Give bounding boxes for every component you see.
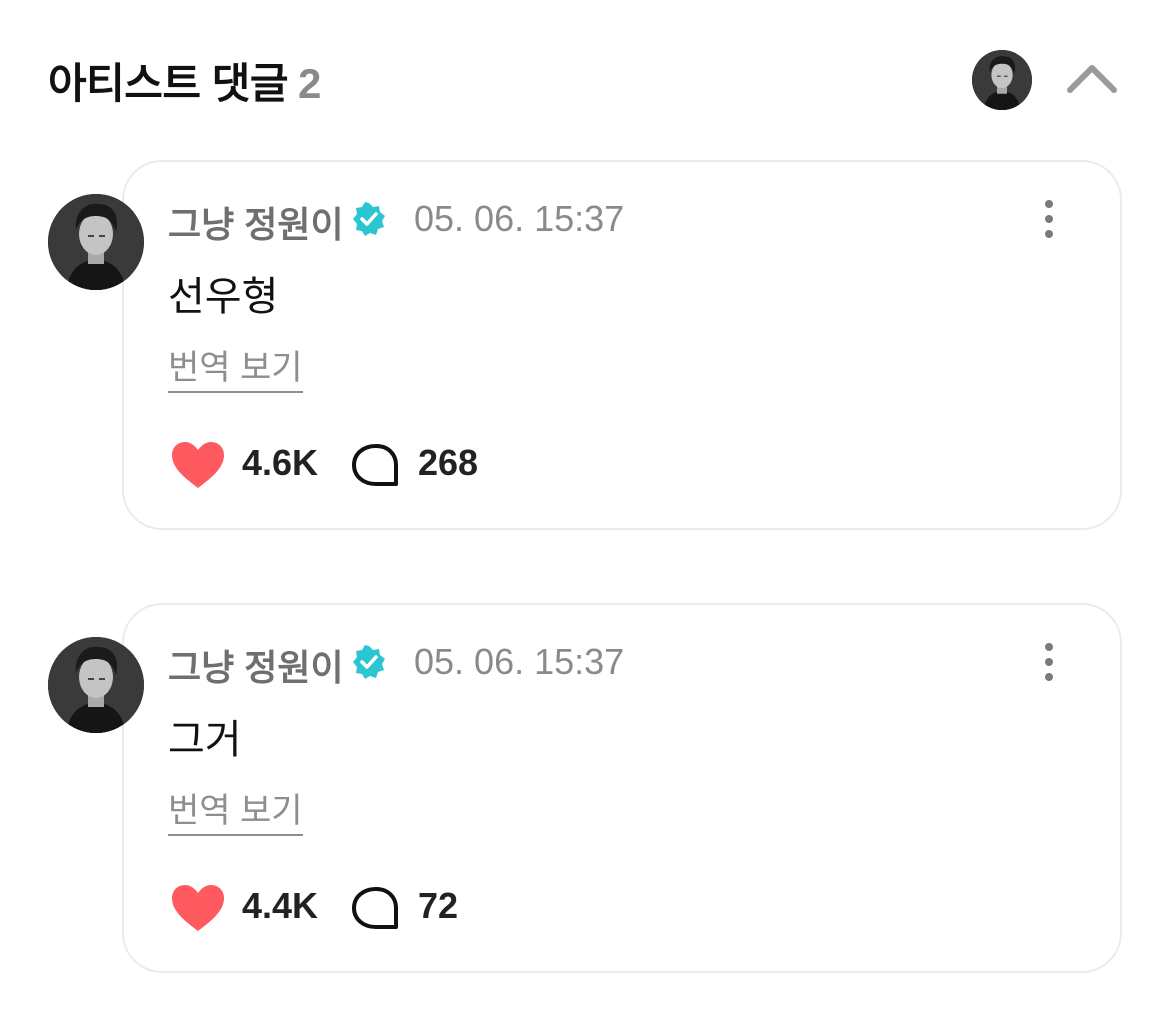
- avatar-image: [48, 637, 144, 733]
- verified-badge-icon: [352, 202, 386, 236]
- artist-avatar[interactable]: [972, 50, 1032, 110]
- like-button[interactable]: [170, 883, 226, 933]
- collapse-button[interactable]: [1064, 56, 1120, 104]
- translate-link[interactable]: 번역 보기: [168, 340, 303, 393]
- comment-count: 2: [298, 60, 321, 107]
- reply-count: 72: [418, 885, 459, 926]
- verified-badge-icon: [352, 645, 386, 679]
- more-vertical-icon: [1034, 200, 1064, 238]
- more-vertical-icon: [1034, 643, 1064, 681]
- chevron-up-icon: [1067, 65, 1117, 93]
- comment-item: 그냥 정원이 05. 06. 15:37 선우형 번역 보기 4.6K 268: [48, 160, 1122, 530]
- comment-author-avatar[interactable]: [48, 637, 144, 733]
- translate-link[interactable]: 번역 보기: [168, 783, 303, 836]
- speech-bubble-icon: [352, 887, 398, 929]
- like-count: 4.4K: [242, 885, 319, 926]
- heart-icon: [172, 442, 224, 488]
- reply-button[interactable]: [350, 442, 402, 490]
- heart-icon: [172, 885, 224, 931]
- comment-author-name[interactable]: 그냥 정원이: [168, 639, 344, 691]
- comment-author-name[interactable]: 그냥 정원이: [168, 196, 344, 248]
- comment-text: 그거: [168, 718, 242, 762]
- comment-item: 그냥 정원이 05. 06. 15:37 그거 번역 보기 4.4K 72: [48, 603, 1122, 973]
- avatar-image: [972, 50, 1032, 110]
- comment-timestamp: 05. 06. 15:37: [414, 198, 625, 239]
- comment-author-avatar[interactable]: [48, 194, 144, 290]
- avatar-image: [48, 194, 144, 290]
- comment-text: 선우형: [168, 275, 279, 319]
- section-title: 아티스트 댓글 2: [48, 50, 321, 111]
- more-options-button[interactable]: [1034, 196, 1064, 244]
- comment-timestamp: 05. 06. 15:37: [414, 641, 625, 682]
- artist-comments-section: 아티스트 댓글 2 그냥 정원이 05. 06. 15:37 선우형 번역 보기…: [0, 0, 1170, 1013]
- reply-button[interactable]: [350, 885, 402, 933]
- like-button[interactable]: [170, 440, 226, 490]
- section-title-label: 아티스트 댓글: [48, 60, 289, 107]
- like-count: 4.6K: [242, 442, 319, 483]
- reply-count: 268: [418, 442, 479, 483]
- speech-bubble-icon: [352, 444, 398, 486]
- more-options-button[interactable]: [1034, 639, 1064, 687]
